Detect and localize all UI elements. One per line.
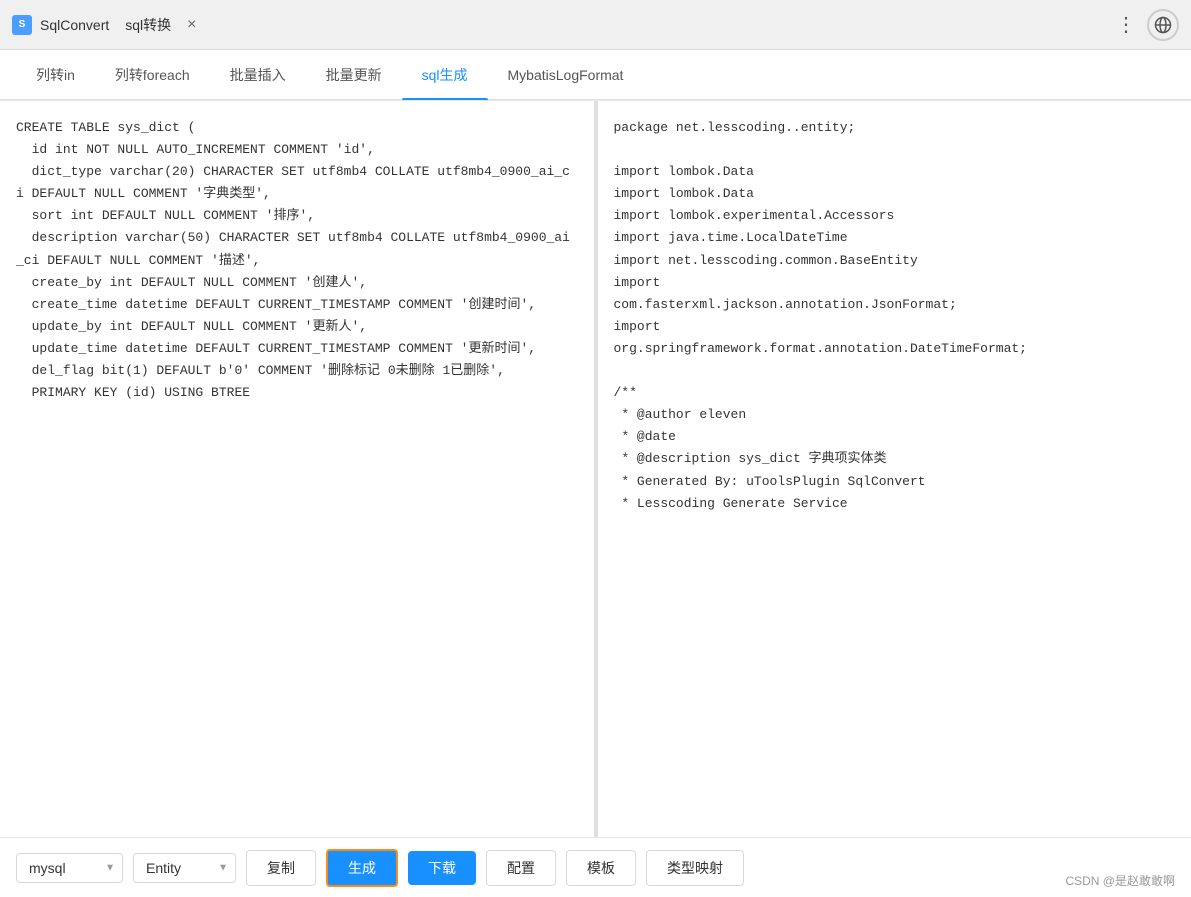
right-code-panel[interactable]: package net.lesscoding..entity; import l… xyxy=(598,101,1191,837)
tab-col-in[interactable]: 列转in xyxy=(16,50,95,100)
tab-close-button[interactable]: × xyxy=(187,17,196,33)
config-button[interactable]: 配置 xyxy=(486,850,556,886)
tab-batch-update[interactable]: 批量更新 xyxy=(306,50,402,100)
language-icon[interactable] xyxy=(1147,9,1179,41)
main-content: CREATE TABLE sys_dict ( id int NOT NULL … xyxy=(0,100,1191,837)
footer-credit: CSDN @是赵敢敢啊 xyxy=(1065,872,1175,889)
copy-button[interactable]: 复制 xyxy=(246,850,316,886)
generate-button[interactable]: 生成 xyxy=(326,849,398,887)
titlebar-right: ⋮ xyxy=(1116,9,1179,41)
gen-type-select[interactable]: EntityVODTOMapperServiceController xyxy=(133,853,236,883)
tab-col-foreach[interactable]: 列转foreach xyxy=(95,50,210,100)
tab-name: sql转换 xyxy=(125,15,171,35)
titlebar: S SqlConvert sql转换 × ⋮ xyxy=(0,0,1191,50)
download-button[interactable]: 下载 xyxy=(408,851,476,885)
tab-mybatis-log[interactable]: MybatisLogFormat xyxy=(488,50,644,100)
left-code-panel[interactable]: CREATE TABLE sys_dict ( id int NOT NULL … xyxy=(0,101,598,837)
titlebar-left: S SqlConvert sql转换 × xyxy=(12,15,197,35)
gen-type-select-wrapper: EntityVODTOMapperServiceController ▼ xyxy=(133,853,236,883)
menu-dots-icon[interactable]: ⋮ xyxy=(1116,12,1135,37)
db-type-select[interactable]: mysqlpostgresqloraclesqlserver xyxy=(16,853,123,883)
nav-tabs: 列转in 列转foreach 批量插入 批量更新 sql生成 MybatisLo… xyxy=(0,50,1191,100)
bottom-toolbar: mysqlpostgresqloraclesqlserver ▼ EntityV… xyxy=(0,837,1191,897)
db-type-select-wrapper: mysqlpostgresqloraclesqlserver ▼ xyxy=(16,853,123,883)
tab-sql-gen[interactable]: sql生成 xyxy=(402,50,488,100)
template-button[interactable]: 模板 xyxy=(566,850,636,886)
type-mapping-button[interactable]: 类型映射 xyxy=(646,850,744,886)
app-icon: S xyxy=(12,15,32,35)
tab-batch-insert[interactable]: 批量插入 xyxy=(210,50,306,100)
app-name: SqlConvert xyxy=(40,17,109,33)
